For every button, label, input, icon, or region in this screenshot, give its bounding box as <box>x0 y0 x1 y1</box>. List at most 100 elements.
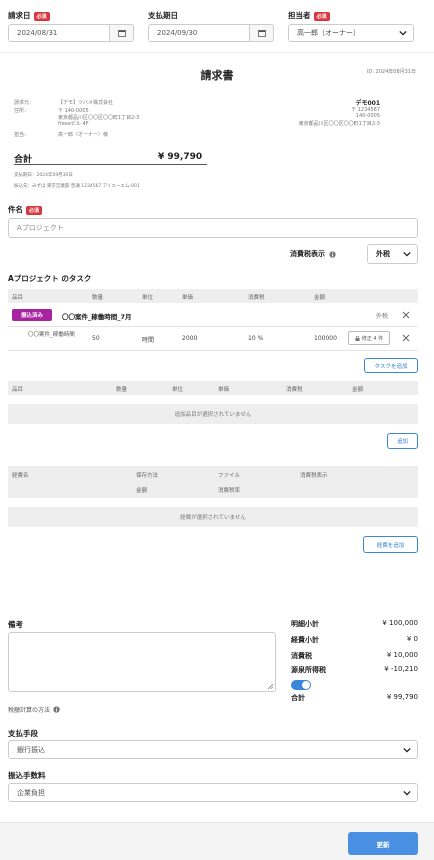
col-header: 金額 <box>352 387 364 393</box>
addr-line: freeeビル 4F <box>58 121 89 127</box>
summary-value: ¥ 100,000 <box>382 619 418 627</box>
calendar-icon[interactable] <box>250 24 274 42</box>
payment-method-value: 銀行振込 <box>17 745 45 754</box>
assignee-label: 担当者 必須 <box>288 10 330 21</box>
add-expense-button[interactable]: 経費を追加 <box>363 536 418 553</box>
summary-total-label: 合計 <box>291 694 305 702</box>
due-date-input[interactable]: 2024/09/30 <box>148 24 250 42</box>
close-icon[interactable] <box>402 334 410 342</box>
expenses-table-header: 経費名 保存方法 ファイル 消費税表示 金額 消費税率 <box>8 466 418 498</box>
required-badge: 必須 <box>33 11 50 21</box>
add-task-button[interactable]: タスクを追加 <box>364 358 418 373</box>
items-table-header: 品目 数量 単位 単価 消費税 金額 <box>8 381 418 395</box>
payment-method-select[interactable]: 銀行振込 <box>8 740 418 759</box>
summary-label: 消費税 <box>291 652 312 660</box>
to-label: 請求元： <box>14 100 35 106</box>
summary-total-value: ¥ 99,790 <box>386 693 418 701</box>
tax-display-select[interactable]: 外税 <box>367 244 418 264</box>
required-badge: 必須 <box>313 11 330 21</box>
pay-due: 支払期日：2024年09月30日 <box>14 173 73 178</box>
col-header: 数量 <box>92 295 104 301</box>
col-header: 品目 <box>12 387 24 393</box>
subject-input[interactable]: Aプロジェクト <box>8 218 418 238</box>
person-label: 担当： <box>14 132 30 138</box>
preview-total-value: ¥ 99,790 <box>158 152 203 162</box>
summary-label: 明細小計 <box>291 620 319 628</box>
tax-display-label: 消費税表示 <box>290 249 336 259</box>
calendar-icon[interactable] <box>110 24 134 42</box>
tasks-table-header: 品目 数量 単位 単価 消費税 金額 <box>8 289 418 303</box>
resize-handle-icon[interactable] <box>267 683 273 689</box>
expenses-empty-message: 経費が選択されていません <box>8 507 418 527</box>
col-header: 単価 <box>218 387 230 393</box>
assignee-label-text: 担当者 <box>288 11 311 20</box>
task-unit: 時間 <box>142 337 155 344</box>
update-button[interactable]: 更新 <box>348 832 418 855</box>
task-price: 2000 <box>182 335 198 342</box>
invoice-title: 請求書 <box>200 69 234 82</box>
invoice-date-input[interactable]: 2024/08/31 <box>8 24 110 42</box>
col-header: 保存方法 <box>136 473 159 479</box>
chevron-down-icon <box>403 790 411 796</box>
due-date-label-text: 支払期日 <box>148 11 178 20</box>
col-header: 金額 <box>136 488 148 494</box>
chevron-down-icon <box>403 747 411 753</box>
col-header: 経費名 <box>12 473 29 479</box>
notes-label: 備考 <box>8 620 23 629</box>
tax-calc-method: 税額計算の方法 <box>8 705 60 714</box>
transfer-fee-label: 振込手数料 <box>8 771 46 780</box>
assignee-value: 高一郎（オーナー） <box>297 29 360 37</box>
col-header: 消費税率 <box>218 488 241 494</box>
task-amount: 100000 <box>314 335 337 342</box>
col-header: 消費税 <box>286 387 303 393</box>
summary-value: ¥ -10,210 <box>384 665 418 673</box>
transfer-fee-select[interactable]: 企業負担 <box>8 783 418 802</box>
chevron-down-icon <box>403 251 411 257</box>
due-date-value: 2024/09/30 <box>157 29 198 37</box>
invoice-date-value: 2024/08/31 <box>17 29 58 37</box>
tax-calc-label: 税額計算の方法 <box>8 707 51 714</box>
task-group-tax: 外税 <box>376 313 389 320</box>
col-header: 単位 <box>142 295 154 301</box>
summary-value: ¥ 10,000 <box>386 651 418 659</box>
items-empty-message: 追加品目が選択されていません <box>8 404 418 424</box>
due-date-label: 支払期日 <box>148 10 178 21</box>
total-underline <box>14 164 207 165</box>
edit-button[interactable]: 修正 4 件 <box>348 331 390 345</box>
tax-display-value: 外税 <box>376 250 390 258</box>
col-header: 金額 <box>314 295 326 301</box>
col-header: 単位 <box>172 387 184 393</box>
notes-textarea[interactable] <box>8 632 276 692</box>
divider <box>8 350 418 351</box>
col-header: ファイル <box>218 473 241 479</box>
subject-value: Aプロジェクト <box>17 224 64 232</box>
divider <box>0 52 434 53</box>
tasks-title: Aプロジェクト のタスク <box>8 274 92 283</box>
divider <box>8 326 418 327</box>
withholding-toggle[interactable] <box>291 680 311 690</box>
summary-label: 源泉所得税 <box>291 666 326 674</box>
col-header: 消費税表示 <box>300 473 328 479</box>
col-header: 数量 <box>116 387 128 393</box>
add-item-button[interactable]: 追加 <box>387 433 418 449</box>
close-icon[interactable] <box>402 311 410 319</box>
summary-label: 経費小計 <box>291 636 319 644</box>
invoice-date-label: 請求日 必須 <box>8 10 50 21</box>
col-header: 品目 <box>12 295 24 301</box>
task-qty: 50 <box>92 335 100 342</box>
transfer-fee-value: 企業負担 <box>17 788 45 797</box>
subject-label: 件名 必須 <box>8 204 43 215</box>
issuer-line: 140-0005 <box>355 113 380 119</box>
task-group-name: 〇〇案件_稼働時間_7月 <box>62 313 132 321</box>
payment-method-label: 支払手段 <box>8 729 38 738</box>
assignee-select[interactable]: 高一郎（オーナー） <box>288 24 414 42</box>
info-icon[interactable] <box>53 706 60 713</box>
issuer-line: 東京都品川区〇〇区〇〇町1丁目2-3 <box>298 121 380 127</box>
col-header: 消費税 <box>248 295 265 301</box>
required-badge: 必須 <box>26 205 43 215</box>
task-name: 〇〇案件_稼働時間 <box>28 332 75 338</box>
info-icon[interactable] <box>329 250 336 258</box>
task-tax: 10 % <box>248 335 264 342</box>
addr-label: 住所： <box>14 108 30 114</box>
chevron-down-icon <box>399 30 407 36</box>
